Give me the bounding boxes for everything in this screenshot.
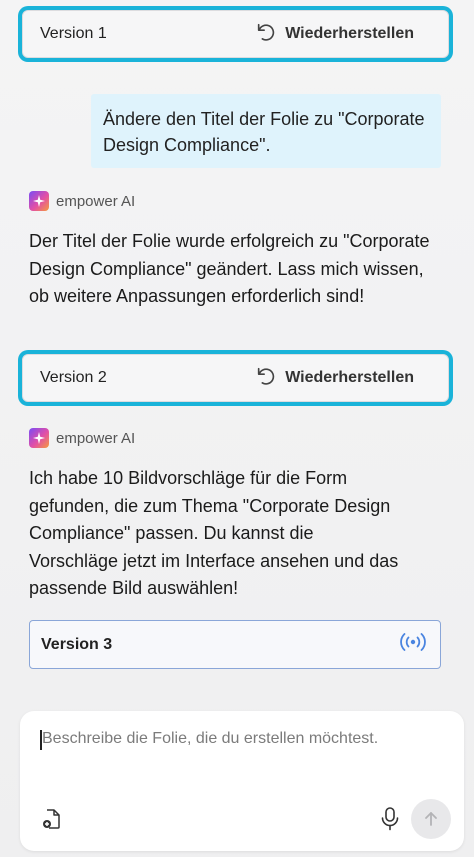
ai-message-1-text: Der Titel der Folie wurde erfolgreich zu… [29,231,430,306]
version-1-label: Version 1 [40,25,107,42]
ai-sender-name: empower AI [56,429,136,447]
arrow-up-icon [425,812,437,826]
restore-label: Wiederherstellen [285,369,414,386]
microphone-icon[interactable] [379,806,401,832]
ai-message-2-text: Ich habe 10 Bildvorschläge für die Form … [29,468,399,598]
add-file-icon[interactable] [40,807,64,831]
ai-sender-name: empower AI [56,192,136,210]
ai-message-2-header: empower AI [29,428,135,448]
undo-icon [255,365,277,392]
restore-version-1-button[interactable]: Wiederherstellen [255,21,414,48]
ai-message-1-header: empower AI [29,191,135,211]
prompt-composer: Beschreibe die Folie, die du erstellen m… [20,711,464,851]
send-button[interactable] [411,799,451,839]
user-message-bubble: Ändere den Titel der Folie zu "Corporate… [91,94,441,168]
broadcast-icon [398,631,428,658]
user-message-text: Ändere den Titel der Folie zu "Corporate… [103,109,425,155]
restore-label: Wiederherstellen [285,25,414,42]
prompt-input[interactable]: Beschreibe die Folie, die du erstellen m… [42,730,378,748]
version-1-card: Version 1 Wiederherstellen [22,10,449,58]
version-2-label: Version 2 [40,369,107,386]
version-3-label: Version 3 [41,635,113,653]
restore-version-2-button[interactable]: Wiederherstellen [255,365,414,392]
empower-logo-icon [29,428,49,448]
version-2-card: Version 2 Wiederherstellen [22,354,449,402]
undo-icon [255,21,277,48]
version-3-card[interactable]: Version 3 [29,620,441,669]
empower-logo-icon [29,191,49,211]
